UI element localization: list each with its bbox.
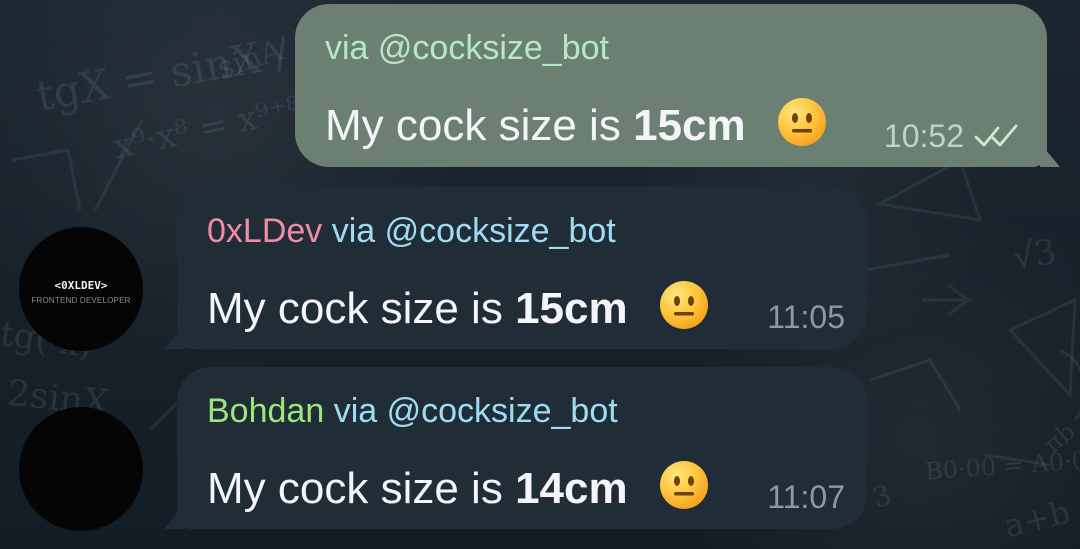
neutral-face-emoji-icon — [659, 281, 708, 329]
avatar[interactable]: <0XLDEV> FRONTEND DEVELOPER — [19, 227, 143, 351]
sender-via-line: 0xLDev via @cocksize_bot — [207, 214, 616, 248]
size-value: 15cm — [633, 101, 746, 150]
bot-username[interactable]: @cocksize_bot — [385, 212, 616, 250]
double-check-icon — [974, 124, 1018, 147]
size-value: 15cm — [515, 284, 628, 333]
sender-via-line: Bohdan via @cocksize_bot — [207, 394, 618, 428]
neutral-face-emoji-icon — [777, 98, 826, 146]
outgoing-message-bubble[interactable]: via @cocksize_bot My cock size is 15cm 1… — [295, 4, 1047, 167]
message-text: My cock size is 15cm — [325, 96, 828, 148]
via-label: via — [325, 29, 369, 67]
bot-username[interactable]: @cocksize_bot — [378, 29, 609, 67]
sender-name[interactable]: 0xLDev — [207, 212, 322, 250]
neutral-face-emoji-icon — [659, 461, 708, 509]
message-text: My cock size is 14cm — [207, 459, 710, 511]
via-label: via — [331, 212, 376, 250]
avatar[interactable] — [19, 407, 143, 531]
message-time: 11:05 — [767, 299, 845, 335]
message-prefix: My cock size is — [207, 284, 503, 333]
avatar-title: <0XLDEV> — [54, 279, 108, 292]
message-time: 11:07 — [767, 479, 845, 515]
incoming-message-bubble[interactable]: Bohdan via @cocksize_bot My cock size is… — [177, 367, 867, 529]
bot-via-line: via @cocksize_bot — [325, 31, 609, 65]
sender-name[interactable]: Bohdan — [207, 392, 324, 430]
message-text: My cock size is 15cm — [207, 279, 710, 331]
avatar-subtitle: FRONTEND DEVELOPER — [31, 296, 131, 305]
message-prefix: My cock size is — [325, 101, 621, 150]
size-value: 14cm — [515, 464, 628, 513]
bot-username[interactable]: @cocksize_bot — [387, 392, 618, 430]
incoming-message-bubble[interactable]: 0xLDev via @cocksize_bot My cock size is… — [177, 187, 867, 349]
message-prefix: My cock size is — [207, 464, 503, 513]
via-label: via — [333, 392, 378, 430]
message-time: 10:52 — [883, 118, 964, 154]
